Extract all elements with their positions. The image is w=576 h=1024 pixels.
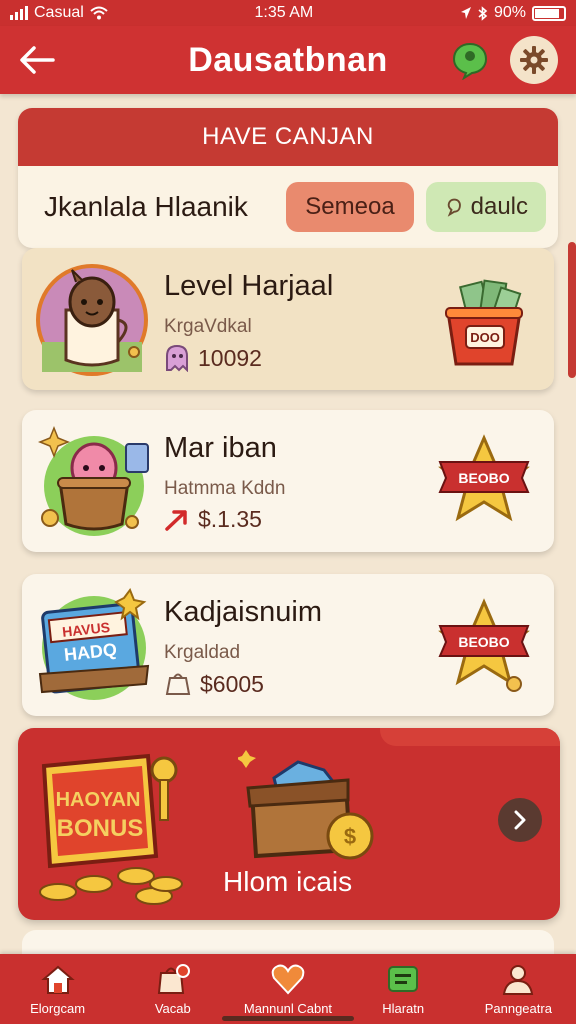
orange-action-button[interactable]: Semeoa: [286, 182, 414, 232]
cup-creature-icon: [36, 264, 148, 376]
card-1-subtitle: KrgaVdkal: [164, 316, 252, 337]
card-2-value-row: $.1.35: [164, 506, 262, 533]
bottom-nav: Elorgcam Vacab Mannunl Cabnt Hlaratn Pan…: [0, 954, 576, 1024]
reward-card-1[interactable]: Level Harjaal KrgaVdkal 10092 DOO: [22, 248, 554, 390]
card-1-value-row: 10092: [164, 344, 262, 372]
heart-icon: [271, 964, 305, 994]
bonus-sign-icon: HAOYAN BONUS: [39, 753, 183, 905]
nav-item-vacab[interactable]: Vacab: [118, 963, 228, 1016]
nav-item-center[interactable]: Mannunl Cabnt: [233, 963, 343, 1016]
settings-button[interactable]: [510, 36, 558, 84]
promo-tab: [380, 728, 560, 746]
pot-creature-icon: [37, 425, 149, 536]
signal-icon: [10, 6, 28, 20]
back-button[interactable]: [16, 40, 58, 80]
nav-label-home: Elorgcam: [30, 1000, 86, 1016]
star-badge-icon: BEOBO: [438, 434, 530, 522]
person-icon: [447, 198, 461, 217]
bag-icon: [157, 963, 190, 994]
status-left: Casual: [10, 4, 108, 22]
money-bucket-icon: DOO: [445, 279, 523, 366]
nav-label-center: Mannunl Cabnt: [243, 1000, 333, 1016]
card-3-reward-label: BEOBO: [458, 634, 509, 650]
status-right: 90%: [460, 4, 566, 22]
promo-label: Hlom icais: [223, 866, 353, 897]
bonus-line-1: HAOYAN: [56, 789, 141, 811]
player-name: Jkanlala Hlaanik: [44, 191, 248, 222]
card-3-avatar: HAVUS HADQ: [36, 587, 152, 704]
home-indicator[interactable]: [222, 1016, 354, 1021]
nav-label-profile: Panngeatra: [484, 1000, 552, 1016]
bag-icon: [165, 673, 191, 695]
home-icon: [40, 965, 75, 994]
nav-item-home[interactable]: Elorgcam: [3, 963, 113, 1016]
app-header: Dausatbnan: [0, 26, 576, 94]
ghost-icon: [166, 344, 188, 372]
card-1-reward[interactable]: DOO: [436, 270, 532, 370]
panel-row: Jkanlala Hlaanik Semeoa daulc: [18, 166, 558, 248]
next-button[interactable]: [498, 798, 542, 842]
card-2-subtitle: Hatmma Kddn: [164, 478, 286, 499]
profile-panel: HAVE CANJAN Jkanlala Hlaanik Semeoa daul…: [18, 108, 558, 248]
nav-item-hlaratn[interactable]: Hlaratn: [348, 963, 458, 1016]
reward-card-3[interactable]: HAVUS HADQ Kadjaisnuim Krgaldad $6005 BE…: [22, 574, 554, 716]
page-title: Dausatbnan: [188, 40, 388, 79]
board-icon: [388, 965, 419, 992]
clock: 1:35 AM: [254, 4, 314, 21]
card-3-value-row: $6005: [164, 670, 264, 698]
location-icon: [460, 7, 471, 19]
card-2-value: $.1.35: [198, 506, 262, 532]
panel-heading: HAVE CANJAN: [18, 108, 558, 166]
profile-icon: [503, 964, 534, 995]
card-1-value: 10092: [198, 344, 262, 371]
card-2-avatar: [36, 424, 152, 540]
svg-text:$: $: [344, 824, 356, 849]
battery-icon: [531, 5, 566, 21]
card-3-reward[interactable]: BEOBO: [436, 596, 532, 696]
nav-label-vacab: Vacab: [154, 1000, 191, 1016]
green-action-button[interactable]: daulc: [426, 182, 546, 232]
promo-banner[interactable]: HAOYAN BONUS $ Hlom icais: [18, 728, 560, 920]
status-bar: Casual 1:35 AM 90%: [0, 0, 576, 26]
chevron-right-icon: [514, 810, 526, 830]
bluetooth-icon: [478, 5, 488, 21]
treasure-chest: $: [236, 748, 388, 868]
wifi-icon: [90, 6, 108, 20]
bonus-line-2: BONUS: [57, 815, 144, 842]
green-action-label: daulc: [470, 193, 528, 220]
nav-label-hlaratn: Hlaratn: [382, 1000, 425, 1016]
chat-icon: [452, 42, 488, 81]
card-1-title: Level Harjaal: [164, 270, 334, 302]
orange-action-label: Semeoa: [305, 193, 395, 220]
carrier-label: Casual: [34, 4, 84, 21]
card-1-reward-label: DOO: [470, 330, 500, 345]
card-3-value: $6005: [200, 670, 264, 697]
back-arrow-icon: [20, 46, 55, 74]
scroll-indicator[interactable]: [568, 242, 576, 378]
card-3-subtitle: Krgaldad: [164, 642, 241, 663]
chat-button[interactable]: [450, 40, 490, 81]
card-1-avatar: [36, 262, 152, 378]
card-2-title: Mar iban: [164, 432, 277, 464]
gear-icon: [520, 46, 548, 74]
star-badge-icon: BEOBO: [438, 598, 530, 692]
nav-item-profile[interactable]: Panngeatra: [463, 963, 573, 1016]
reward-card-2[interactable]: Mar iban Hatmma Kddn $.1.35 BEOBO: [22, 410, 554, 552]
trend-arrow-icon: [165, 509, 187, 531]
card-2-reward-label: BEOBO: [458, 470, 509, 486]
bonus-art: HAOYAN BONUS: [38, 746, 198, 914]
bonus-card-icon: HAVUS HADQ: [38, 587, 150, 700]
card-2-reward[interactable]: BEOBO: [436, 432, 532, 532]
battery-label: 90%: [493, 4, 526, 21]
card-3-title: Kadjaisnuim: [164, 596, 322, 628]
chest-icon: $: [236, 750, 374, 860]
